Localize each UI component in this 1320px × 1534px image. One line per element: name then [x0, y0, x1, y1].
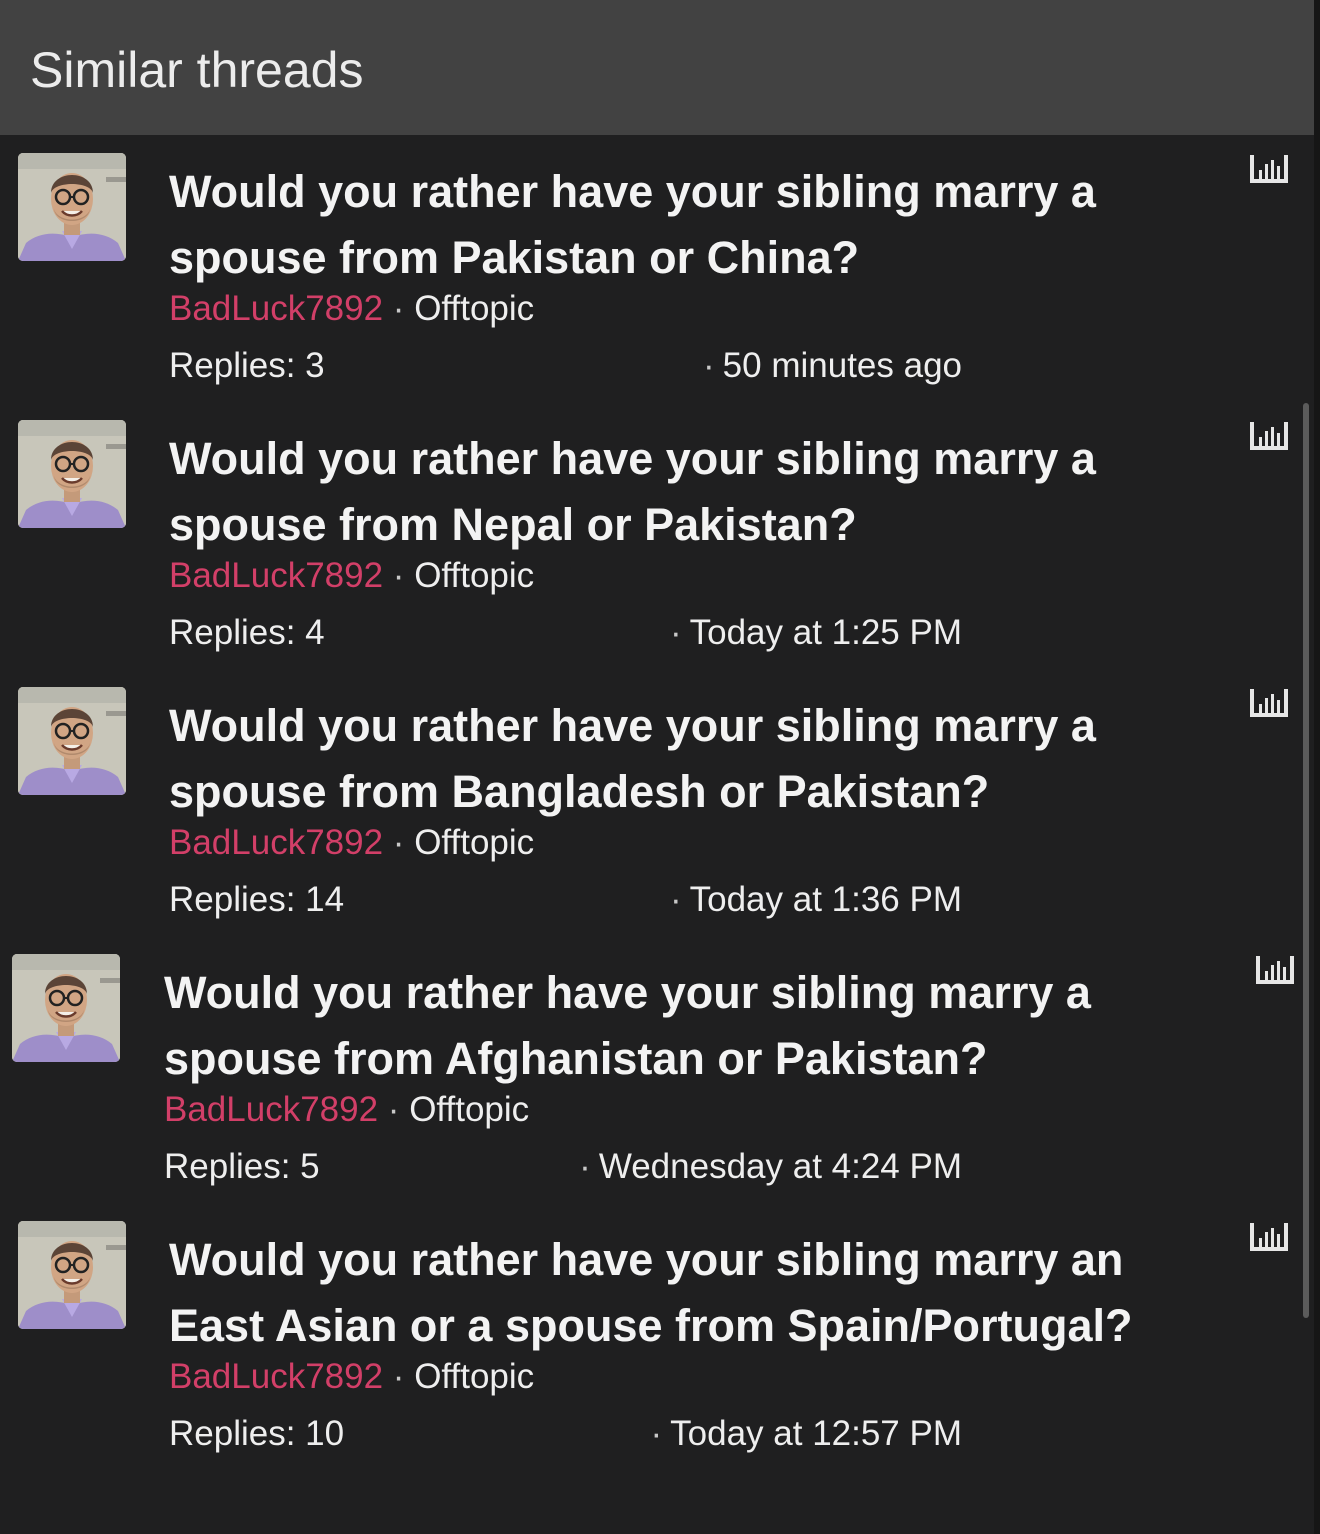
author-link[interactable]: BadLuck7892	[169, 823, 383, 862]
bar-chart-icon[interactable]	[1249, 687, 1289, 719]
thread-item[interactable]: Would you rather have your sibling marry…	[0, 669, 1300, 936]
last-post-time[interactable]: · Wednesday at 4:24 PM	[579, 1146, 962, 1188]
bar-chart-icon[interactable]	[1255, 954, 1295, 986]
meta-separator: ·	[383, 289, 415, 328]
thread-item[interactable]: Would you rather have your sibling marry…	[0, 1203, 1300, 1470]
user-avatar[interactable]	[18, 420, 126, 528]
thread-item[interactable]: Would you rather have your sibling marry…	[0, 936, 1300, 1203]
author-link[interactable]: BadLuck7892	[169, 1357, 383, 1396]
thread-meta: BadLuck7892 · Offtopic	[164, 1089, 529, 1131]
forum-link[interactable]: Offtopic	[414, 289, 534, 328]
time-separator: ·	[650, 1414, 663, 1453]
time-label: Today at 1:36 PM	[689, 880, 962, 919]
bar-chart-icon[interactable]	[1249, 153, 1289, 185]
meta-separator: ·	[378, 1090, 410, 1129]
time-separator: ·	[669, 613, 682, 652]
user-avatar[interactable]	[12, 954, 120, 1062]
replies-count: Replies: 3	[169, 346, 325, 385]
meta-separator: ·	[383, 823, 415, 862]
time-separator: ·	[579, 1147, 591, 1186]
replies-count: Replies: 5	[164, 1147, 320, 1186]
last-post-time[interactable]: · Today at 1:36 PM	[670, 879, 962, 921]
bar-chart-icon[interactable]	[1249, 420, 1289, 452]
meta-separator: ·	[383, 556, 415, 595]
replies-count: Replies: 10	[169, 1414, 345, 1453]
author-link[interactable]: BadLuck7892	[164, 1090, 378, 1129]
thread-meta: BadLuck7892 · Offtopic	[169, 822, 534, 864]
thread-title[interactable]: Would you rather have your sibling marry…	[169, 426, 1229, 558]
forum-link[interactable]: Offtopic	[409, 1090, 529, 1129]
forum-link[interactable]: Offtopic	[414, 556, 534, 595]
author-link[interactable]: BadLuck7892	[169, 556, 383, 595]
time-separator: ·	[703, 346, 715, 385]
forum-link[interactable]: Offtopic	[414, 1357, 534, 1396]
thread-title[interactable]: Would you rather have your sibling marry…	[169, 159, 1229, 291]
author-link[interactable]: BadLuck7892	[169, 289, 383, 328]
time-label: 50 minutes ago	[722, 346, 962, 385]
thread-meta: BadLuck7892 · Offtopic	[169, 288, 534, 330]
replies-count: Replies: 4	[169, 613, 325, 652]
scrollbar-track	[1314, 0, 1320, 1534]
user-avatar[interactable]	[18, 1221, 126, 1329]
user-avatar[interactable]	[18, 153, 126, 261]
last-post-time[interactable]: · Today at 1:25 PM	[670, 612, 962, 654]
bar-chart-icon[interactable]	[1249, 1221, 1289, 1253]
scrollbar-thumb[interactable]	[1303, 403, 1309, 1318]
user-avatar[interactable]	[18, 687, 126, 795]
thread-title[interactable]: Would you rather have your sibling marry…	[169, 1227, 1229, 1359]
last-post-time[interactable]: · 50 minutes ago	[703, 345, 962, 387]
time-separator: ·	[669, 880, 682, 919]
thread-item[interactable]: Would you rather have your sibling marry…	[0, 135, 1300, 402]
thread-title[interactable]: Would you rather have your sibling marry…	[164, 960, 1224, 1092]
forum-link[interactable]: Offtopic	[414, 823, 534, 862]
panel-title: Similar threads	[30, 42, 364, 98]
thread-meta: BadLuck7892 · Offtopic	[169, 1356, 534, 1398]
thread-title[interactable]: Would you rather have your sibling marry…	[169, 693, 1229, 825]
time-label: Wednesday at 4:24 PM	[598, 1147, 962, 1186]
time-label: Today at 1:25 PM	[689, 613, 962, 652]
time-label: Today at 12:57 PM	[670, 1414, 962, 1453]
replies-count: Replies: 14	[169, 880, 345, 919]
similar-threads-header: Similar threads	[0, 0, 1314, 135]
thread-item[interactable]: Would you rather have your sibling marry…	[0, 402, 1300, 669]
thread-meta: BadLuck7892 · Offtopic	[169, 555, 534, 597]
last-post-time[interactable]: · Today at 12:57 PM	[651, 1413, 963, 1455]
meta-separator: ·	[383, 1357, 415, 1396]
